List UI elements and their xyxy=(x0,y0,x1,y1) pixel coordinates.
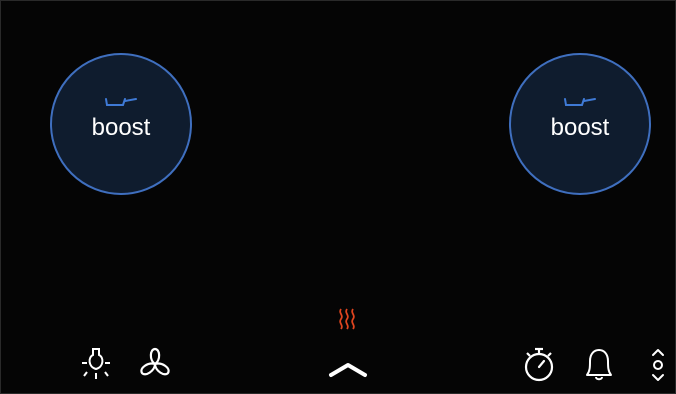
heat-icon xyxy=(339,308,355,330)
pan-icon xyxy=(105,98,137,106)
cooktop-control-panel: boost boost xyxy=(0,0,676,394)
chevron-up-icon xyxy=(329,363,367,377)
timer-button[interactable] xyxy=(521,345,557,383)
boost-label: boost xyxy=(91,114,151,141)
pan-icon xyxy=(564,98,596,106)
heat-indicator xyxy=(336,307,358,331)
fan-icon xyxy=(140,347,170,376)
light-button[interactable] xyxy=(79,345,113,383)
up-down-button[interactable] xyxy=(647,345,669,385)
alarm-button[interactable] xyxy=(579,345,619,383)
light-icon xyxy=(82,348,110,379)
up-down-icon xyxy=(652,349,664,381)
timer-icon xyxy=(524,347,554,382)
bell-icon xyxy=(586,349,612,381)
fan-button[interactable] xyxy=(136,346,174,382)
boost-label: boost xyxy=(550,114,610,141)
expand-button[interactable] xyxy=(327,357,369,381)
boost-button-left[interactable]: boost xyxy=(50,53,192,195)
boost-button-right[interactable]: boost xyxy=(509,53,651,195)
